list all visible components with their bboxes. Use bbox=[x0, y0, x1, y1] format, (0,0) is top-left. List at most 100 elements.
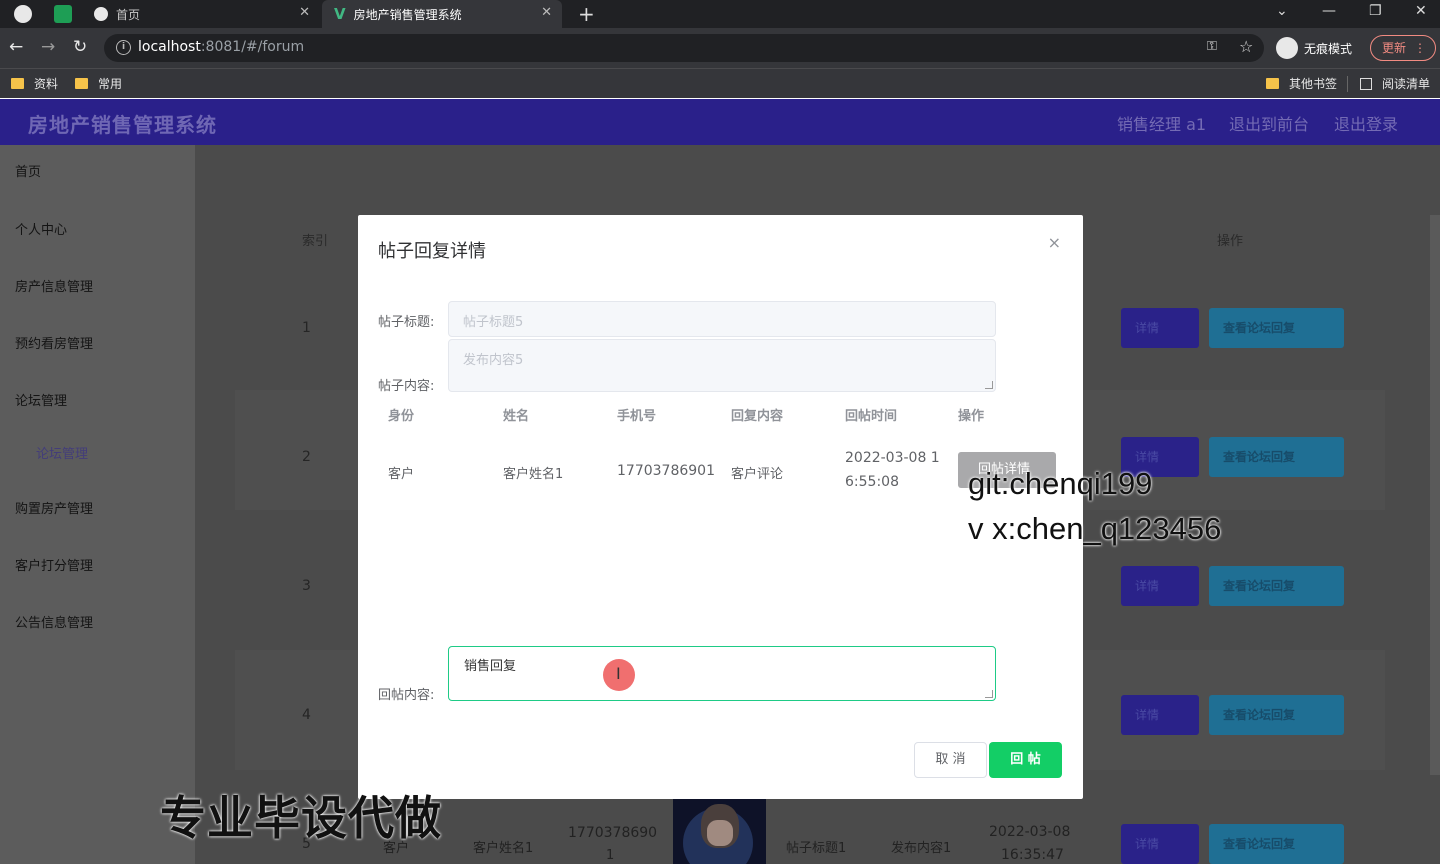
sidebar-item-purchase[interactable]: 购置房产管理 bbox=[15, 498, 93, 517]
url-text: localhost:8081/#/forum bbox=[138, 39, 305, 55]
cancel-button[interactable]: 取 消 bbox=[914, 742, 987, 778]
post-content-field[interactable]: 发布内容5 bbox=[448, 339, 996, 392]
current-user: 销售经理 a1 bbox=[1117, 115, 1207, 134]
globe-icon bbox=[94, 7, 108, 21]
row-index: 4 bbox=[302, 707, 311, 723]
reply-content-label: 回帖内容: bbox=[378, 688, 435, 703]
watermark-wechat: v x:chen_q123456 bbox=[968, 511, 1222, 546]
close-tab-icon[interactable]: ✕ bbox=[299, 5, 310, 20]
folder-icon bbox=[11, 78, 24, 89]
watermark-git: git:chenqi199 bbox=[968, 466, 1153, 501]
cell-name: 客户姓名1 bbox=[473, 841, 534, 856]
other-bookmarks[interactable]: 其他书签 bbox=[1266, 75, 1337, 92]
detail-button[interactable]: 详情 bbox=[1121, 566, 1199, 606]
bookmark-label: 其他书签 bbox=[1289, 77, 1338, 91]
close-icon[interactable]: × bbox=[1048, 233, 1061, 252]
incognito-indicator[interactable]: 无痕模式 bbox=[1276, 36, 1352, 60]
sidebar-subitem-forum[interactable]: 论坛管理 bbox=[36, 443, 88, 462]
post-content-value: 发布内容5 bbox=[463, 353, 524, 368]
sidebar-item-viewing[interactable]: 预约看房管理 bbox=[15, 333, 93, 352]
close-tab-icon[interactable]: ✕ bbox=[541, 5, 552, 20]
dialog-title: 帖子回复详情 bbox=[378, 241, 486, 262]
window-close-icon[interactable]: ✕ bbox=[1415, 3, 1427, 19]
submit-reply-button[interactable]: 回 帖 bbox=[989, 742, 1062, 778]
sidebar-item-forum[interactable]: 论坛管理 bbox=[15, 390, 67, 409]
reply-detail-dialog: 帖子回复详情 × 帖子标题: 帖子标题5 帖子内容: 发布内容5 身份 姓名 手… bbox=[358, 215, 1083, 799]
reply-col-content: 回复内容 bbox=[731, 409, 784, 424]
tab-search-icon[interactable]: ⌄ bbox=[1276, 3, 1288, 19]
cell-time-cont: 16:35:47 bbox=[1001, 847, 1064, 863]
reading-list[interactable]: 阅读清单 bbox=[1360, 75, 1430, 92]
post-title-field[interactable]: 帖子标题5 bbox=[448, 301, 996, 337]
avatar-image bbox=[673, 798, 766, 864]
resize-grip-icon[interactable] bbox=[985, 690, 993, 698]
row-index: 1 bbox=[302, 320, 311, 336]
app-title: 房地产销售管理系统 bbox=[28, 113, 217, 137]
logout-link[interactable]: 退出登录 bbox=[1334, 111, 1398, 135]
resize-grip-icon[interactable] bbox=[985, 381, 993, 389]
reply-time-cont: 6:55:08 bbox=[845, 474, 899, 490]
browser-tab-bar: 首页 ✕ V 房地产销售管理系统 ✕ + ⌄ — ❐ ✕ bbox=[0, 0, 1440, 28]
row-index: 2 bbox=[302, 449, 311, 465]
vue-logo-icon: V bbox=[334, 5, 346, 23]
reload-icon[interactable]: ↻ bbox=[73, 37, 87, 57]
post-title-label: 帖子标题: bbox=[378, 315, 435, 330]
detail-button[interactable]: 详情 bbox=[1121, 695, 1199, 735]
pinned-tab-sheets-icon[interactable] bbox=[54, 5, 72, 23]
tab-active[interactable]: V 房地产销售管理系统 ✕ bbox=[322, 0, 562, 28]
reply-col-name: 姓名 bbox=[503, 409, 530, 424]
menu-dots-icon[interactable]: ⋮ bbox=[1414, 36, 1426, 60]
pinned-tab-icon[interactable] bbox=[14, 5, 32, 23]
sidebar-item-property[interactable]: 房产信息管理 bbox=[15, 276, 93, 295]
reply-name: 客户姓名1 bbox=[503, 467, 564, 482]
app-header: 房地产销售管理系统 销售经理 a1 退出到前台 退出登录 bbox=[0, 99, 1440, 145]
back-to-front-link[interactable]: 退出到前台 bbox=[1229, 111, 1309, 135]
bookmark-label: 阅读清单 bbox=[1382, 77, 1431, 91]
reply-time: 2022-03-08 1 bbox=[845, 450, 940, 466]
sidebar-item-rating[interactable]: 客户打分管理 bbox=[15, 555, 93, 574]
reply-col-phone: 手机号 bbox=[617, 409, 657, 424]
reply-col-identity: 身份 bbox=[388, 409, 415, 424]
new-tab-button[interactable]: + bbox=[578, 2, 595, 26]
bookmarks-bar: 资料 常用 其他书签 阅读清单 bbox=[0, 68, 1440, 98]
update-label: 更新 bbox=[1382, 41, 1407, 55]
view-replies-button[interactable]: 查看论坛回复 bbox=[1209, 695, 1344, 735]
view-replies-button[interactable]: 查看论坛回复 bbox=[1209, 824, 1344, 864]
key-icon[interactable]: ⚿ bbox=[1207, 39, 1217, 54]
bookmark-folder[interactable]: 常用 bbox=[75, 75, 122, 92]
bookmark-folder[interactable]: 资料 bbox=[11, 75, 58, 92]
sidebar-item-notice[interactable]: 公告信息管理 bbox=[15, 612, 93, 631]
sidebar-item-home[interactable]: 首页 bbox=[15, 161, 41, 180]
promo-banner: 专业毕设代做 bbox=[160, 791, 442, 845]
detail-button[interactable]: 详情 bbox=[1121, 824, 1199, 864]
site-info-icon[interactable]: i bbox=[116, 40, 131, 55]
view-replies-button[interactable]: 查看论坛回复 bbox=[1209, 437, 1344, 477]
incognito-label: 无痕模式 bbox=[1304, 41, 1353, 56]
star-icon[interactable]: ☆ bbox=[1239, 37, 1253, 56]
column-header-action: 操作 bbox=[1217, 234, 1244, 249]
row-index: 3 bbox=[302, 578, 311, 594]
forward-icon[interactable]: → bbox=[41, 37, 55, 57]
address-bar[interactable]: i localhost:8081/#/forum bbox=[104, 34, 1264, 62]
reading-list-icon bbox=[1360, 77, 1372, 90]
bookmark-label: 常用 bbox=[98, 77, 123, 91]
back-icon[interactable]: ← bbox=[9, 37, 23, 57]
reply-col-time: 回帖时间 bbox=[845, 409, 898, 424]
column-header-index: 索引 bbox=[302, 234, 329, 249]
detail-button[interactable]: 详情 bbox=[1121, 308, 1199, 348]
tab-home[interactable]: 首页 ✕ bbox=[84, 0, 320, 28]
restore-icon[interactable]: ❐ bbox=[1369, 3, 1382, 19]
incognito-icon bbox=[1276, 37, 1298, 59]
bookmark-label: 资料 bbox=[34, 77, 59, 91]
view-replies-button[interactable]: 查看论坛回复 bbox=[1209, 308, 1344, 348]
view-replies-button[interactable]: 查看论坛回复 bbox=[1209, 566, 1344, 606]
page-scrollbar[interactable] bbox=[1430, 215, 1440, 775]
reply-textarea[interactable]: 销售回复 bbox=[448, 646, 996, 701]
reply-col-action: 操作 bbox=[958, 409, 985, 424]
cell-phone-cont: 1 bbox=[606, 848, 615, 863]
sidebar-item-profile[interactable]: 个人中心 bbox=[15, 219, 67, 238]
folder-icon bbox=[75, 78, 88, 89]
cell-title: 帖子标题1 bbox=[786, 841, 847, 856]
minimize-icon[interactable]: — bbox=[1322, 3, 1336, 19]
update-button[interactable]: 更新 ⋮ bbox=[1370, 35, 1436, 61]
